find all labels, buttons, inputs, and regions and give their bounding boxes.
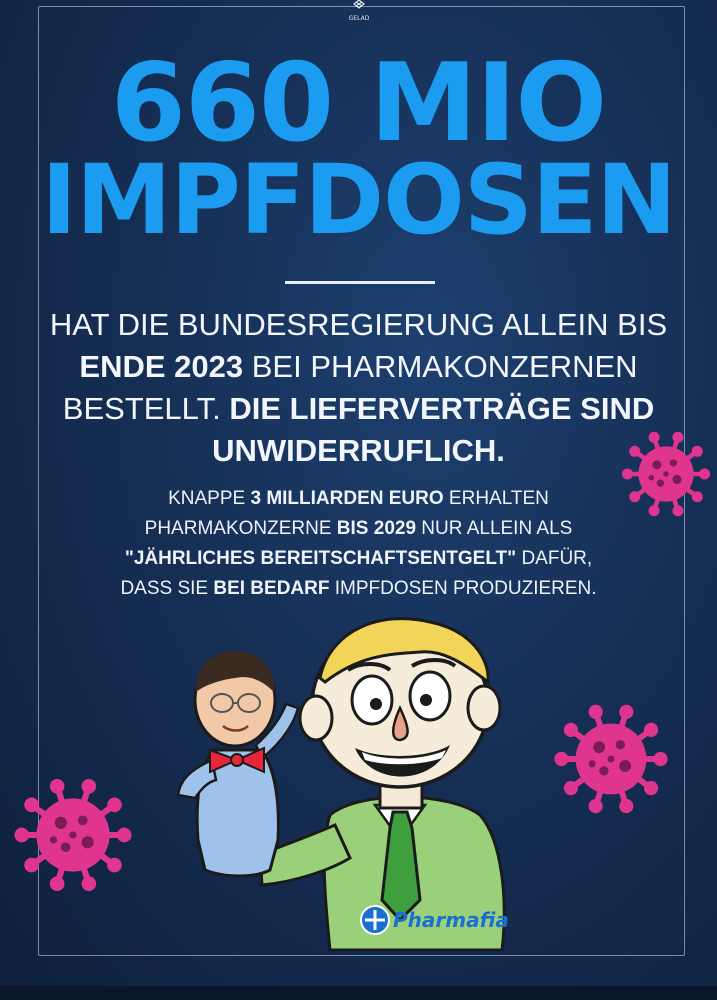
cartoon-illustration: Pharmafia (176, 617, 509, 952)
detail-text: KNAPPE (168, 488, 251, 509)
bottom-strip (0, 986, 717, 1000)
headline-line-2: IMPFDOSEN (41, 144, 677, 256)
main-statement: HAT DIE BUNDESREGIERUNG ALLEIN BIS ENDE … (40, 304, 677, 472)
detail-text: IMPFDOSEN PRODUZIEREN. (329, 578, 597, 599)
virus-icon (14, 778, 132, 892)
statement-bold: DIE LIEFERVERTRÄGE SIND (229, 391, 655, 426)
statement-bold: UNWIDERRUFLICH. (212, 433, 505, 468)
statement-bold: ENDE 2023 (79, 349, 244, 384)
detail-bold: 3 MILLIARDEN EURO (250, 488, 444, 509)
virus-icon (621, 431, 711, 517)
detail-statement: KNAPPE 3 MILLIARDEN EURO ERHALTEN PHARMA… (60, 484, 657, 604)
detail-text: ERHALTEN (443, 488, 549, 509)
detail-bold: BEI BEDARF (213, 578, 330, 599)
pharmafia-badge: Pharmafia (360, 905, 509, 935)
detail-text: DASS SIE (120, 578, 214, 599)
divider (285, 281, 435, 284)
detail-bold: BIS 2029 (336, 518, 417, 539)
detail-text: PHARMAKONZERNE (144, 518, 337, 539)
pharmafia-label: Pharmafia (393, 908, 509, 932)
headline: 660 MIO IMPFDOSEN (0, 41, 717, 256)
virus-icon (554, 704, 668, 814)
headline-line-1: 660 MIO (110, 41, 608, 166)
logo-text: GELAD (349, 15, 370, 22)
statement-text: HAT DIE BUNDESREGIERUNG ALLEIN BIS (49, 307, 668, 342)
detail-text: DAFÜR, (516, 548, 593, 569)
emblem-icon: GELAD (349, 0, 370, 22)
statement-text: BESTELLT. (62, 391, 230, 426)
detail-text: NUR ALLEIN ALS (416, 518, 573, 539)
detail-bold: "JÄHRLICHES BEREITSCHAFTSENTGELT" (124, 548, 517, 569)
statement-text: BEI PHARMAKONZERNEN (243, 349, 638, 384)
